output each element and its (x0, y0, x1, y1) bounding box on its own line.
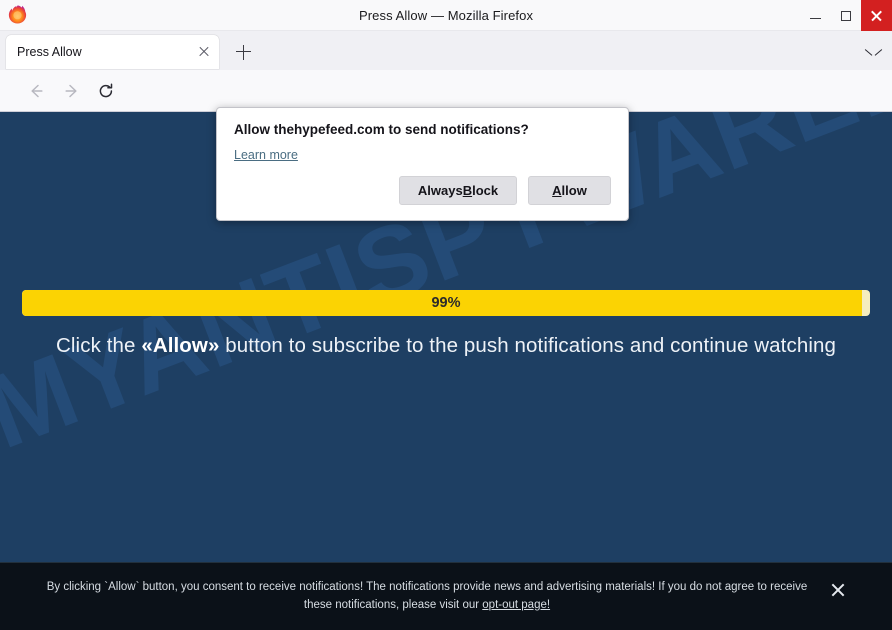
close-icon (828, 579, 848, 599)
minimize-button[interactable] (800, 0, 831, 31)
always-block-accesskey: B (462, 183, 473, 198)
close-button[interactable] (861, 0, 892, 31)
reload-button[interactable] (92, 77, 120, 105)
consent-banner-text: By clicking `Allow` button, you consent … (46, 579, 808, 614)
tab-strip: Press Allow (0, 31, 892, 70)
allow-accesskey: A (552, 183, 562, 198)
tab-label: Press Allow (17, 45, 82, 59)
allow-post: llow (561, 183, 587, 198)
tab-press-allow[interactable]: Press Allow (6, 35, 219, 69)
reload-icon (99, 83, 113, 98)
maximize-icon (840, 10, 851, 21)
window-title: Press Allow — Mozilla Firefox (358, 8, 534, 23)
title-bar: Press Allow — Mozilla Firefox (0, 0, 892, 31)
permission-popup-title: Allow thehypefeed.com to send notificati… (234, 122, 529, 137)
forward-button[interactable] (58, 77, 86, 105)
chevron-down-icon (864, 43, 882, 61)
cta-before: Click the (56, 334, 142, 357)
notification-permission-popup: Allow thehypefeed.com to send notificati… (216, 107, 629, 221)
always-block-button[interactable]: Always Block (399, 176, 517, 205)
opt-out-link[interactable]: opt-out page! (482, 599, 550, 611)
cta-after: button to subscribe to the push notifica… (219, 334, 836, 357)
browser-window: Press Allow — Mozilla Firefox Press Allo… (0, 0, 892, 630)
always-block-post: lock (472, 183, 499, 198)
allow-button[interactable]: Allow (528, 176, 611, 205)
progress-bar: 99% (22, 290, 870, 316)
consent-line-1: By clicking `Allow` button, you consent … (46, 581, 767, 593)
cta-highlight: «Allow» (141, 334, 220, 357)
tab-close-button[interactable] (195, 43, 213, 61)
always-block-pre: Always (417, 183, 463, 198)
consent-banner: By clicking `Allow` button, you consent … (0, 562, 892, 630)
back-button[interactable] (22, 77, 50, 105)
list-all-tabs-button[interactable] (864, 43, 882, 61)
close-icon (870, 9, 883, 22)
progress-percent-label: 99% (431, 295, 461, 311)
call-to-action-text: Click the «Allow» button to subscribe to… (0, 334, 892, 358)
close-icon (195, 43, 213, 61)
plus-icon (231, 41, 255, 63)
consent-banner-close-button[interactable] (828, 579, 848, 599)
minimize-icon (810, 17, 821, 19)
arrow-right-icon (65, 84, 77, 98)
maximize-button[interactable] (830, 0, 861, 31)
navigation-toolbar: https://thehypefeed.com/?s=5006256383325… (0, 70, 892, 175)
arrow-left-icon (31, 84, 43, 98)
learn-more-link[interactable]: Learn more (234, 148, 298, 162)
new-tab-button[interactable] (231, 41, 255, 63)
